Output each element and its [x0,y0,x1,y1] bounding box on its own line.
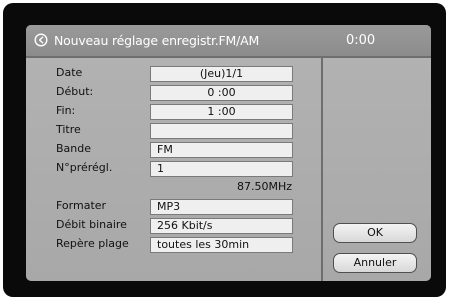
preset-field[interactable]: 1 [150,161,293,177]
track-marker-field[interactable]: toutes les 30min [150,237,293,253]
track-marker-label: Repère plage [56,237,129,250]
dialog-title: Nouveau réglage enregistr.FM/AM [54,33,260,48]
format-label: Formater [56,199,107,212]
panel-divider [321,58,323,281]
start-time-field[interactable]: 0 :00 [150,85,293,101]
band-field[interactable]: FM [150,142,293,158]
clock: 0:00 [346,33,376,48]
title-field[interactable] [150,123,293,139]
ok-button[interactable]: OK [333,223,417,243]
recording-setup-dialog: Nouveau réglage enregistr.FM/AM 0:00 Dat… [26,25,431,281]
preset-label: N°prérégl. [56,161,113,174]
cancel-button[interactable]: Annuler [333,253,417,273]
bitrate-label: Débit binaire [56,218,127,231]
end-time-field[interactable]: 1 :00 [150,104,293,120]
back-arrow-circle-icon[interactable] [34,33,48,47]
band-label: Bande [56,142,92,155]
format-field[interactable]: MP3 [150,199,293,215]
start-label: Début: [56,85,94,98]
bitrate-field[interactable]: 256 Kbit/s [150,218,293,234]
title-label: Titre [56,123,81,136]
dialog-titlebar: Nouveau réglage enregistr.FM/AM 0:00 [26,25,431,58]
date-field[interactable]: (Jeu)1/1 [150,66,293,82]
end-label: Fin: [56,104,76,117]
frequency-readout: 87.50MHz [236,180,292,193]
date-label: Date [56,66,83,79]
